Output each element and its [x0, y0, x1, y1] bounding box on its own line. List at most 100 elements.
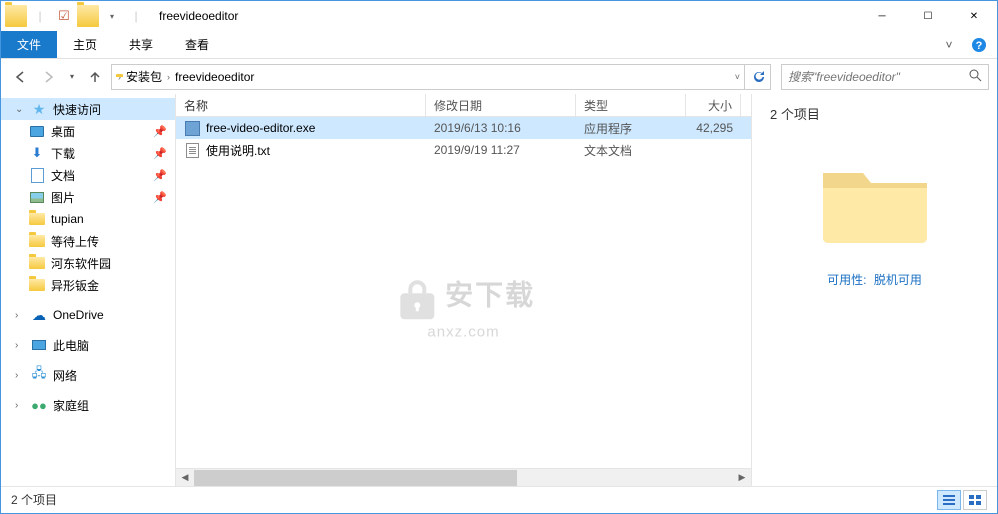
pin-icon: 📌	[153, 169, 167, 182]
sidebar-onedrive[interactable]: › ☁ OneDrive	[1, 304, 175, 326]
navigation-pane: ⌄ ★ 快速访问 桌面 📌 ⬇ 下载 📌 文档 📌 图片 📌 tupian	[1, 94, 176, 486]
col-date[interactable]: 修改日期	[426, 94, 576, 116]
sidebar-pictures[interactable]: 图片 📌	[1, 186, 175, 208]
status-bar: 2 个项目	[1, 486, 997, 512]
folder-icon	[29, 255, 45, 271]
col-name[interactable]: 名称	[176, 94, 426, 116]
back-button[interactable]	[9, 65, 33, 89]
folder-icon	[5, 5, 27, 27]
folder-icon	[29, 211, 45, 227]
minimize-button[interactable]: ─	[859, 1, 905, 31]
quick-access-toolbar: | ☑ ▾ |	[1, 5, 151, 27]
sidebar-pending[interactable]: 等待上传	[1, 230, 175, 252]
network-icon: 🖧	[31, 367, 47, 383]
scroll-right-icon[interactable]: ▶	[733, 470, 751, 486]
window-title: freevideoeditor	[151, 9, 859, 23]
view-details-button[interactable]	[937, 490, 961, 510]
availability-label: 可用性:	[827, 273, 866, 287]
scroll-thumb[interactable]	[194, 470, 517, 486]
chevron-right-icon[interactable]: ›	[167, 72, 170, 82]
breadcrumb-seg[interactable]: freevideoeditor	[172, 70, 257, 84]
search-input[interactable]	[788, 70, 968, 84]
sidebar-tupian[interactable]: tupian	[1, 208, 175, 230]
sidebar-network[interactable]: › 🖧 网络	[1, 364, 175, 386]
sidebar-thispc[interactable]: › 此电脑	[1, 334, 175, 356]
sidebar-label: 文档	[51, 167, 75, 184]
sidebar-label: 此电脑	[53, 337, 89, 354]
maximize-button[interactable]: ☐	[905, 1, 951, 31]
desktop-icon	[29, 123, 45, 139]
file-row[interactable]: 使用说明.txt2019/9/19 11:27文本文档	[176, 139, 751, 161]
horizontal-scrollbar[interactable]: ◀ ▶	[176, 468, 751, 486]
folder-icon	[29, 277, 45, 293]
sidebar-label: OneDrive	[53, 308, 104, 322]
chevron-right-icon[interactable]: ›	[15, 400, 25, 411]
sidebar-documents[interactable]: 文档 📌	[1, 164, 175, 186]
refresh-button[interactable]	[745, 64, 771, 90]
preview-pane: 2 个项目 可用性: 脱机可用	[751, 94, 997, 486]
address-dropdown-icon[interactable]: ˅	[735, 72, 740, 82]
tab-view[interactable]: 查看	[169, 31, 225, 58]
qat-dropdown-icon[interactable]: ▾	[101, 5, 123, 27]
tab-share[interactable]: 共享	[113, 31, 169, 58]
sidebar-hedong[interactable]: 河东软件园	[1, 252, 175, 274]
sidebar-label: tupian	[51, 212, 84, 226]
up-button[interactable]	[83, 65, 107, 89]
chevron-right-icon[interactable]: ›	[15, 340, 25, 351]
title-bar: | ☑ ▾ | freevideoeditor ─ ☐ ✕	[1, 1, 997, 31]
chevron-down-icon[interactable]: ⌄	[15, 104, 25, 115]
file-icon	[184, 120, 200, 136]
picture-icon	[29, 189, 45, 205]
checkbox-icon[interactable]: ☑	[53, 5, 75, 27]
file-icon	[184, 142, 200, 158]
scroll-left-icon[interactable]: ◀	[176, 470, 194, 486]
search-icon[interactable]	[968, 68, 982, 85]
column-headers: 名称 修改日期 类型 大小	[176, 94, 751, 117]
forward-button[interactable]	[37, 65, 61, 89]
sidebar-label: 桌面	[51, 123, 75, 140]
sidebar-yixing[interactable]: 异形钣金	[1, 274, 175, 296]
divider-icon: |	[125, 5, 147, 27]
sidebar-label: 异形钣金	[51, 277, 99, 294]
breadcrumb-seg[interactable]: 安装包	[123, 68, 165, 85]
help-icon[interactable]: ?	[967, 31, 991, 58]
homegroup-icon: ●●	[31, 397, 47, 413]
sidebar-label: 快速访问	[53, 101, 101, 118]
tab-home[interactable]: 主页	[57, 31, 113, 58]
folder-small-icon[interactable]	[77, 5, 99, 27]
sidebar-label: 下载	[51, 145, 75, 162]
pin-icon: 📌	[153, 147, 167, 160]
status-text: 2 个项目	[11, 491, 57, 508]
file-rows: free-video-editor.exe2019/6/13 10:16应用程序…	[176, 117, 751, 468]
col-size[interactable]: 大小	[686, 94, 741, 116]
sidebar-downloads[interactable]: ⬇ 下载 📌	[1, 142, 175, 164]
chevron-right-icon[interactable]: ›	[15, 310, 25, 321]
recent-dropdown-icon[interactable]: ▾	[65, 65, 79, 89]
sidebar-desktop[interactable]: 桌面 📌	[1, 120, 175, 142]
chevron-right-icon[interactable]: ›	[15, 370, 25, 381]
file-list: 名称 修改日期 类型 大小 free-video-editor.exe2019/…	[176, 94, 751, 486]
sidebar-label: 等待上传	[51, 233, 99, 250]
file-row[interactable]: free-video-editor.exe2019/6/13 10:16应用程序…	[176, 117, 751, 139]
pin-icon: 📌	[153, 191, 167, 204]
preview-meta: 可用性: 脱机可用	[827, 271, 922, 288]
tab-file[interactable]: 文件	[1, 31, 57, 58]
ribbon-expand-icon[interactable]: ˅	[937, 31, 961, 58]
view-icons-button[interactable]	[963, 490, 987, 510]
address-bar[interactable]: › 安装包 › freevideoeditor ˅	[111, 64, 745, 90]
folder-large-icon	[815, 153, 935, 253]
file-name: free-video-editor.exe	[206, 121, 315, 135]
main-area: ⌄ ★ 快速访问 桌面 📌 ⬇ 下载 📌 文档 📌 图片 📌 tupian	[1, 94, 997, 486]
close-button[interactable]: ✕	[951, 1, 997, 31]
sidebar-homegroup[interactable]: › ●● 家庭组	[1, 394, 175, 416]
col-type[interactable]: 类型	[576, 94, 686, 116]
svg-text:?: ?	[976, 40, 983, 52]
sidebar-quick-access[interactable]: ⌄ ★ 快速访问	[1, 98, 175, 120]
pin-icon: 📌	[153, 125, 167, 138]
search-box[interactable]	[781, 64, 989, 90]
availability-value: 脱机可用	[874, 273, 922, 287]
navigation-bar: ▾ › 安装包 › freevideoeditor ˅	[1, 59, 997, 94]
sidebar-label: 家庭组	[53, 397, 89, 414]
divider-icon: |	[29, 5, 51, 27]
sidebar-label: 图片	[51, 189, 75, 206]
